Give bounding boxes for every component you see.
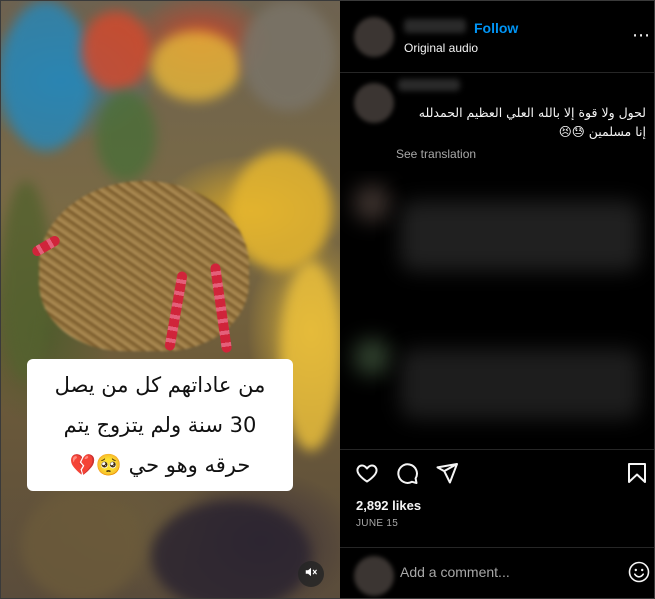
paper-plane-icon xyxy=(435,461,459,490)
crowd-figure xyxy=(96,91,156,181)
blurred-comment xyxy=(400,349,640,419)
overlay-line: 30 سنة ولم يتزوج يتم xyxy=(63,413,257,437)
like-button[interactable] xyxy=(354,462,380,488)
comment-button[interactable] xyxy=(394,462,420,488)
crowd-figure xyxy=(151,31,241,101)
video-text-overlay: من عاداتهم كل من يصل 30 سنة ولم يتزوج يت… xyxy=(27,359,293,491)
mute-button[interactable] xyxy=(298,561,324,587)
commenter-avatar[interactable] xyxy=(354,83,394,123)
blurred-comment xyxy=(400,201,640,271)
blurred-avatar xyxy=(354,339,390,375)
bookmark-icon xyxy=(625,461,649,490)
author-username-redacted[interactable] xyxy=(404,19,466,33)
more-options-icon[interactable]: ⋯ xyxy=(632,25,651,46)
crowd-figure xyxy=(151,501,311,598)
comment-line: إنا مسلمين 😓😣 xyxy=(558,124,646,139)
crowd-figure xyxy=(241,1,336,111)
overlay-line: من عاداتهم كل من يصل xyxy=(54,373,266,397)
heart-icon xyxy=(355,461,379,490)
current-user-avatar xyxy=(354,556,394,596)
save-button[interactable] xyxy=(624,462,650,488)
like-count[interactable]: 2,892 likes xyxy=(356,498,421,513)
comment-text: لحول ولا قوة إلا بالله العلي العظيم الحم… xyxy=(396,103,646,141)
crowd-figure xyxy=(1,1,91,151)
overlay-line: حرقه وهو حي 🥺💔 xyxy=(69,453,251,477)
follow-button[interactable]: Follow xyxy=(474,20,518,36)
blurred-comments xyxy=(340,171,654,449)
author-avatar[interactable] xyxy=(354,17,394,57)
speaker-muted-icon xyxy=(304,565,318,584)
comment-input[interactable] xyxy=(400,564,610,580)
blurred-avatar xyxy=(354,185,390,221)
post-date[interactable]: JUNE 15 xyxy=(356,518,398,529)
post-dialog: من عاداتهم كل من يصل 30 سنة ولم يتزوج يت… xyxy=(0,0,655,599)
share-button[interactable] xyxy=(434,462,460,488)
original-audio-link[interactable]: Original audio xyxy=(404,41,478,55)
comment-line: لحول ولا قوة إلا بالله العلي العظيم الحم… xyxy=(418,105,646,120)
crowd-figure xyxy=(81,11,151,91)
commenter-username-redacted[interactable] xyxy=(398,79,460,91)
post-header: Follow Original audio ⋯ xyxy=(340,1,654,73)
comment-bubble-icon xyxy=(395,461,419,490)
ground xyxy=(21,491,141,598)
see-translation-link[interactable]: See translation xyxy=(396,147,476,161)
post-video[interactable]: من عاداتهم كل من يصل 30 سنة ولم يتزوج يت… xyxy=(1,1,340,598)
add-comment-bar xyxy=(340,547,654,598)
emoji-smiley-icon xyxy=(627,560,651,589)
post-side-panel: Follow Original audio ⋯ لحول ولا قوة إلا… xyxy=(340,1,654,598)
emoji-button[interactable] xyxy=(626,561,652,587)
